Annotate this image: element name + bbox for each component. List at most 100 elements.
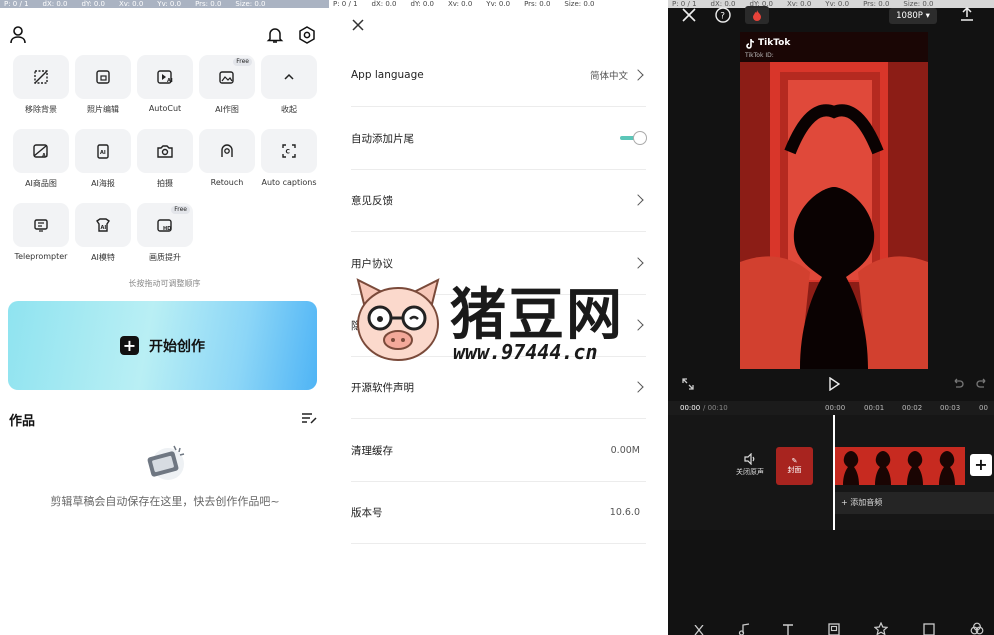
- tool-auto-captions[interactable]: C Auto captions: [258, 129, 320, 187]
- flame-icon: [753, 10, 761, 21]
- filters-icon[interactable]: [970, 622, 984, 635]
- play-icon[interactable]: [828, 377, 840, 391]
- tool-label: 收起: [281, 105, 297, 114]
- effects-star-icon[interactable]: [874, 622, 888, 635]
- tool-label: AutoCut: [148, 104, 182, 113]
- tool-remove-bg[interactable]: 移除背景: [10, 55, 72, 115]
- tool-hd[interactable]: Free HD 画质提升: [134, 203, 196, 263]
- teleprompter-icon: [34, 219, 48, 232]
- settings-row-value: 简体中文: [589, 71, 628, 82]
- close-icon[interactable]: [682, 8, 696, 22]
- debug-dy: dY: 0.0: [410, 0, 435, 8]
- debug-overlay: P: 0 / 1 dX: 0.0 dY: 0.0 Xv: 0.0 Yv: 0.0…: [0, 0, 329, 8]
- start-create-button[interactable]: + 开始创作: [8, 301, 317, 390]
- settings-row-version: 版本号 10.6.0: [351, 481, 646, 544]
- tool-label: 照片编辑: [87, 105, 119, 114]
- chevron-right-icon: [632, 194, 644, 206]
- ai-image-icon: [219, 71, 234, 84]
- scissors-icon[interactable]: [692, 625, 706, 635]
- ruler-tick: 00:01: [864, 404, 885, 412]
- tool-teleprompter[interactable]: Teleprompter: [10, 203, 72, 261]
- debug-xv: Xv: 0.0: [119, 0, 144, 8]
- tool-ai-product[interactable]: AI AI商品图: [10, 129, 72, 189]
- empty-drafts-text: 剪辑草稿会自动保存在这里，快去创作作品吧~: [50, 495, 280, 508]
- settings-row-label: 清理缓存: [351, 444, 393, 457]
- mute-original-button[interactable]: 关闭原声: [730, 452, 770, 477]
- bell-icon[interactable]: [266, 26, 284, 44]
- photo-edit-icon: [96, 70, 110, 84]
- undo-icon[interactable]: [952, 378, 964, 390]
- debug-dx: dX: 0.0: [371, 0, 397, 8]
- tool-label: 移除背景: [25, 105, 57, 114]
- watermark-title: 猪豆网: [450, 283, 624, 348]
- add-audio-button[interactable]: + 添加音频: [835, 492, 994, 514]
- retouch-icon: [221, 144, 233, 157]
- settings-row-feedback[interactable]: 意见反馈: [351, 169, 646, 232]
- cover-button[interactable]: ✎ 封面: [776, 447, 813, 485]
- tool-ai-model[interactable]: AI AI模特: [72, 203, 134, 263]
- tool-collapse[interactable]: 收起: [258, 55, 320, 115]
- debug-yv: Yv: 0.0: [486, 0, 511, 8]
- tool-label: Retouch: [210, 178, 244, 187]
- text-icon[interactable]: [782, 623, 794, 635]
- speaker-icon: [744, 452, 755, 466]
- debug-overlay: P: 0 / 1 dX: 0.0 dY: 0.0 Xv: 0.0 Yv: 0.0…: [329, 0, 668, 8]
- tiktok-brand: TikTok: [758, 38, 791, 48]
- resolution-selector[interactable]: 1080P ▾: [889, 8, 937, 24]
- svg-text:AI: AI: [167, 78, 173, 84]
- settings-row-label: 自动添加片尾: [351, 132, 414, 145]
- tool-ai-image[interactable]: Free AI作图: [196, 55, 258, 115]
- settings-row-label: 开源软件声明: [351, 381, 414, 394]
- close-icon[interactable]: [351, 18, 365, 32]
- debug-p: P: 0 / 1: [333, 0, 358, 8]
- watermark-url: www.97444.cn: [453, 340, 598, 364]
- help-icon[interactable]: ?: [715, 7, 731, 23]
- debug-prs: Prs: 0.0: [524, 0, 551, 8]
- cover-label: 封面: [787, 466, 802, 474]
- tool-ai-poster[interactable]: AI AI海报: [72, 129, 134, 189]
- tiktok-id: TikTok ID:: [745, 52, 774, 59]
- profile-icon[interactable]: [10, 26, 26, 44]
- export-icon[interactable]: [960, 7, 974, 21]
- tool-autocut[interactable]: AI AutoCut: [134, 55, 196, 113]
- fullscreen-icon[interactable]: [682, 378, 694, 390]
- video-preview[interactable]: TikTok TikTok ID:: [740, 32, 928, 369]
- ruler-tick: 00:00: [825, 404, 846, 412]
- remove-bg-icon: [34, 70, 48, 84]
- camera-icon: [157, 145, 173, 158]
- editor-toolbar: [668, 619, 994, 635]
- film-clapper-icon: [147, 445, 185, 480]
- settings-gear-icon[interactable]: [298, 26, 316, 44]
- redo-icon[interactable]: [976, 378, 988, 390]
- tool-photo-edit[interactable]: 照片编辑: [72, 55, 134, 115]
- sticker-icon[interactable]: [828, 623, 840, 635]
- ai-poster-icon: AI: [97, 144, 109, 159]
- timeline-tracks[interactable]: 关闭原声 ✎ 封面 + + 添加音频: [668, 415, 994, 530]
- settings-row-clear-cache[interactable]: 清理缓存 0.00M: [351, 419, 646, 482]
- auto-ending-toggle[interactable]: [620, 131, 647, 145]
- sort-list-icon[interactable]: [301, 411, 317, 425]
- music-note-icon[interactable]: [738, 623, 750, 635]
- svg-text:HD: HD: [163, 226, 171, 232]
- settings-row-language[interactable]: App language 简体中文: [351, 44, 646, 107]
- svg-text:C: C: [286, 149, 291, 156]
- chevron-up-icon: [284, 73, 294, 80]
- free-badge: Free: [171, 206, 190, 214]
- svg-text:AI: AI: [101, 225, 107, 231]
- tool-label: Teleprompter: [14, 252, 68, 261]
- pro-badge[interactable]: [745, 6, 769, 24]
- debug-dx: dX: 0.0: [42, 0, 68, 8]
- video-clip[interactable]: [835, 447, 965, 485]
- crop-frame-icon[interactable]: [923, 623, 935, 635]
- playback-controls: [668, 376, 994, 394]
- tool-retouch[interactable]: Retouch: [196, 129, 258, 187]
- tool-camera[interactable]: 拍摄: [134, 129, 196, 189]
- free-badge: Free: [233, 58, 252, 66]
- ruler-tick: 00:02: [902, 404, 923, 412]
- svg-text:AI: AI: [42, 153, 48, 159]
- plus-icon: +: [120, 336, 139, 355]
- add-clip-button[interactable]: +: [970, 454, 992, 476]
- settings-row-label: 意见反馈: [351, 194, 393, 207]
- debug-dy: dY: 0.0: [81, 0, 106, 8]
- tool-label: AI作图: [215, 105, 239, 114]
